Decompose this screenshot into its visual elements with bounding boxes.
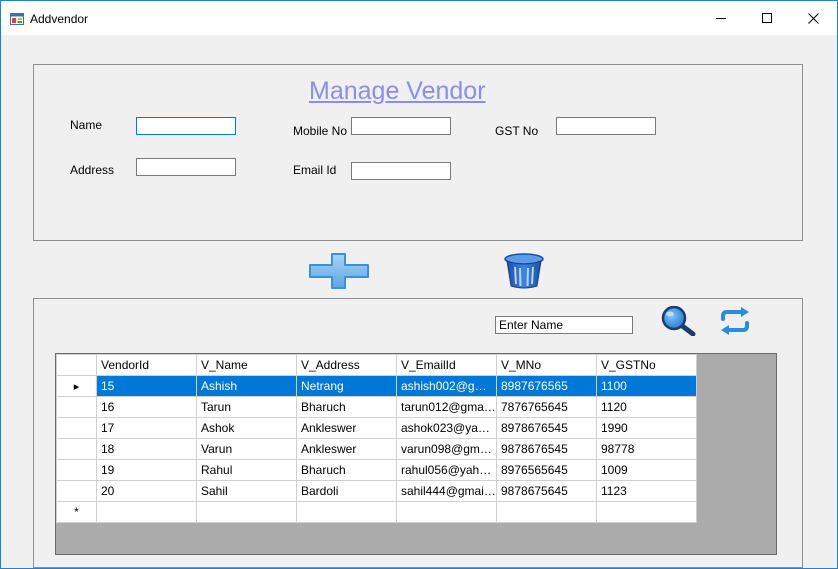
table-cell[interactable]: Rahul: [196, 459, 297, 481]
row-header[interactable]: [56, 396, 97, 418]
table-cell[interactable]: 15: [96, 375, 197, 397]
delete-vendor-button[interactable]: [503, 253, 545, 289]
vendor-table: VendorId V_Name V_Address V_EmailId V_MN…: [56, 354, 697, 523]
new-row-cell[interactable]: [496, 501, 597, 523]
table-cell[interactable]: 17: [96, 417, 197, 439]
table-cell[interactable]: 18: [96, 438, 197, 460]
column-header[interactable]: V_EmailId: [396, 354, 497, 376]
row-header[interactable]: ▸: [56, 375, 97, 397]
new-row-cell[interactable]: [96, 501, 197, 523]
minimize-button[interactable]: [698, 1, 744, 35]
table-cell[interactable]: 8978676545: [496, 417, 597, 439]
mobile-field[interactable]: [351, 117, 451, 135]
vendor-data-grid[interactable]: VendorId V_Name V_Address V_EmailId V_MN…: [55, 353, 777, 555]
new-row-cell[interactable]: [396, 501, 497, 523]
table-cell[interactable]: rahul056@yahoo...: [396, 459, 497, 481]
table-row[interactable]: 18 Varun Ankleswer varun098@gmail.... 987867…: [56, 438, 697, 460]
table-cell[interactable]: 1100: [596, 375, 697, 397]
table-cell[interactable]: Bardoli: [296, 480, 397, 502]
table-cell[interactable]: 1009: [596, 459, 697, 481]
table-row[interactable]: ▸ 15AshishNetrangashish002@gmail....89876…: [56, 375, 697, 397]
close-icon: [807, 12, 819, 24]
table-cell[interactable]: Varun: [196, 438, 297, 460]
email-field[interactable]: [351, 162, 451, 180]
add-vendor-button[interactable]: [308, 252, 370, 290]
gst-label: GST No: [495, 124, 539, 138]
table-cell[interactable]: 98778: [596, 438, 697, 460]
trash-icon: [504, 253, 544, 289]
new-row-cell[interactable]: [196, 501, 297, 523]
refresh-button[interactable]: [719, 307, 751, 335]
table-cell[interactable]: sahil444@gmail.c...: [396, 480, 497, 502]
new-row-header[interactable]: *: [56, 501, 97, 523]
row-header[interactable]: [56, 417, 97, 439]
refresh-icon: [721, 307, 749, 335]
table-row[interactable]: 20 Sahil Bardoli sahil444@gmail.c... 9878675…: [56, 480, 697, 502]
table-cell[interactable]: 8987676565: [496, 375, 597, 397]
table-cell[interactable]: 1120: [596, 396, 697, 418]
window-title: Addvendor: [30, 12, 89, 26]
app-icon: [10, 12, 24, 26]
addvendor-window: Addvendor Manage Vendor Name Address Mob…: [0, 0, 838, 569]
current-row-indicator-icon: ▸: [73, 381, 80, 393]
column-header[interactable]: V_GSTNo: [596, 354, 697, 376]
table-cell[interactable]: varun098@gmail....: [396, 438, 497, 460]
search-name-input[interactable]: [495, 316, 633, 334]
table-cell[interactable]: 9878676545: [496, 438, 597, 460]
table-cell[interactable]: 1123: [596, 480, 697, 502]
page-title: Manage Vendor: [309, 77, 486, 105]
row-header[interactable]: [56, 480, 97, 502]
table-cell[interactable]: Ankleswer: [296, 438, 397, 460]
email-label: Email Id: [293, 163, 337, 177]
column-header[interactable]: V_MNo: [496, 354, 597, 376]
table-cell[interactable]: 19: [96, 459, 197, 481]
table-cell[interactable]: 9878675645: [496, 480, 597, 502]
table-row[interactable]: 16 Tarun Bharuch tarun012@gmail.... 78767656…: [56, 396, 697, 418]
address-label: Address: [70, 163, 115, 177]
table-cell[interactable]: Bharuch: [296, 396, 397, 418]
plus-icon: [309, 253, 369, 289]
maximize-button[interactable]: [744, 1, 790, 35]
column-header[interactable]: V_Name: [196, 354, 297, 376]
table-row[interactable]: 19 Rahul Bharuch rahul056@yahoo... 897656564…: [56, 459, 697, 481]
table-cell[interactable]: 16: [96, 396, 197, 418]
magnifier-icon: [661, 305, 696, 337]
gst-field[interactable]: [556, 117, 656, 135]
maximize-icon: [762, 13, 772, 23]
name-field[interactable]: [136, 117, 236, 135]
row-header[interactable]: [56, 459, 97, 481]
grid-header-row: VendorId V_Name V_Address V_EmailId V_MN…: [56, 354, 697, 376]
search-button[interactable]: [660, 305, 696, 337]
table-cell[interactable]: Netrang: [296, 375, 397, 397]
new-row-cell[interactable]: [296, 501, 397, 523]
grid-corner-cell[interactable]: [56, 354, 97, 376]
new-row-cell[interactable]: [596, 501, 697, 523]
close-button[interactable]: [790, 1, 836, 35]
table-cell[interactable]: 20: [96, 480, 197, 502]
new-row-asterisk-icon: *: [74, 505, 79, 519]
table-cell[interactable]: 8976565645: [496, 459, 597, 481]
title-bar[interactable]: Addvendor: [1, 1, 837, 35]
table-cell[interactable]: Sahil: [196, 480, 297, 502]
name-label: Name: [70, 118, 103, 132]
column-header[interactable]: V_Address: [296, 354, 397, 376]
address-field[interactable]: [136, 158, 236, 176]
table-cell[interactable]: ashish002@gmail....: [396, 375, 497, 397]
table-cell[interactable]: Bharuch: [296, 459, 397, 481]
table-cell[interactable]: Tarun: [196, 396, 297, 418]
table-row[interactable]: 17 Ashok Ankleswer ashok023@yaho... 89786765…: [56, 417, 697, 439]
table-cell[interactable]: tarun012@gmail....: [396, 396, 497, 418]
table-cell[interactable]: 7876765645: [496, 396, 597, 418]
table-cell[interactable]: ashok023@yaho...: [396, 417, 497, 439]
table-cell[interactable]: Ashish: [196, 375, 297, 397]
row-header[interactable]: [56, 438, 97, 460]
table-cell[interactable]: Ankleswer: [296, 417, 397, 439]
column-header[interactable]: VendorId: [96, 354, 197, 376]
table-cell[interactable]: Ashok: [196, 417, 297, 439]
minimize-icon: [716, 18, 726, 19]
table-cell[interactable]: 1990: [596, 417, 697, 439]
new-row[interactable]: *: [56, 501, 697, 523]
mobile-label: Mobile No: [293, 124, 348, 138]
